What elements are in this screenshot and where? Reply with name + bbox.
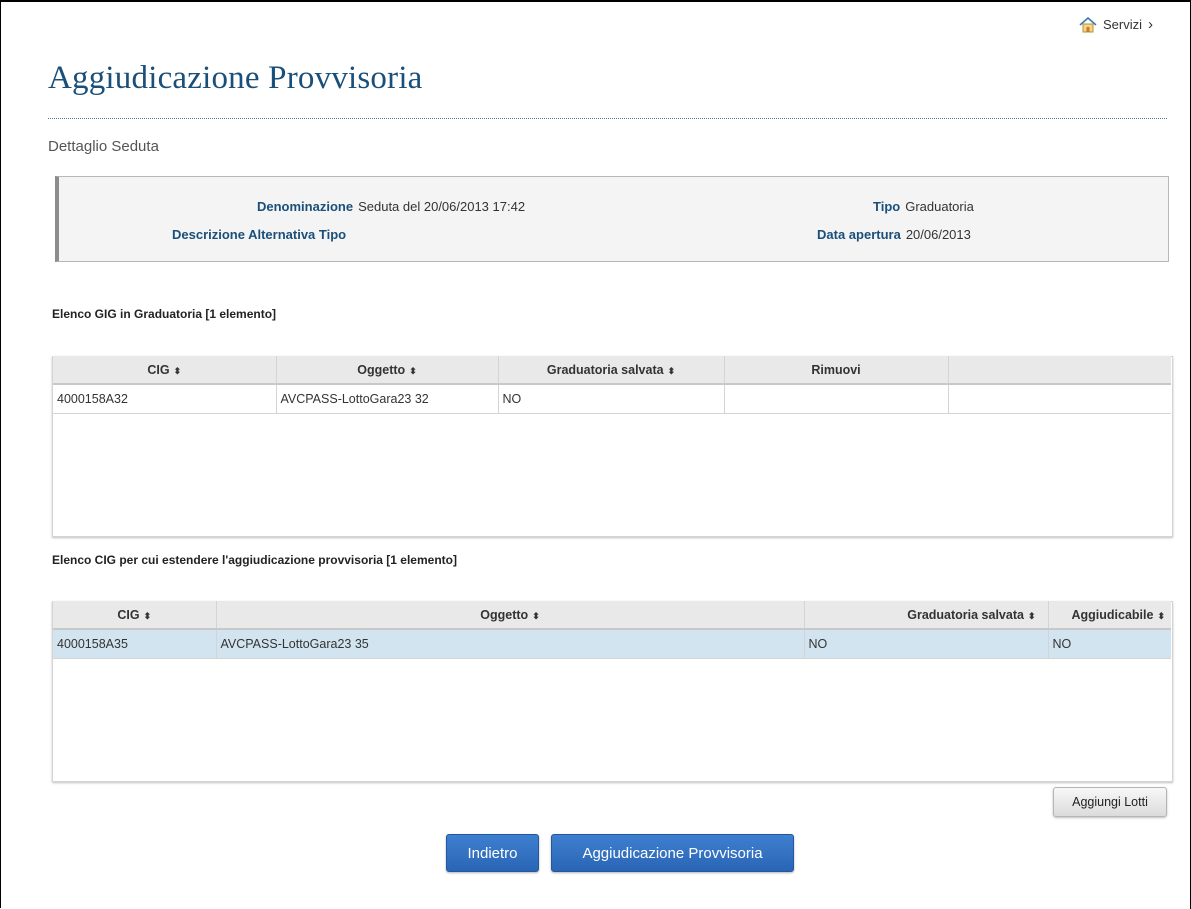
cell-aggiudicabile: NO [1048,629,1171,659]
cell-cig: 4000158A35 [53,629,217,659]
sort-icon: ⬍ [1157,610,1165,621]
sort-icon: ⬍ [532,610,540,621]
column-header-oggetto[interactable]: Oggetto ⬍ [216,601,805,630]
chevron-right-icon: › [1148,16,1154,33]
cell-cig: 4000158A32 [53,384,277,414]
cig-estendere-table: CIG ⬍ Oggetto ⬍ Graduatoria salvata ⬍ Aggiu… [53,601,1171,659]
descrizione-label: Descrizione Alternativa Tipo [172,227,347,242]
tipo-label: Tipo [873,199,901,214]
column-header-oggetto[interactable]: Oggetto ⬍ [276,356,499,385]
denominazione-label: Denominazione [257,199,354,214]
column-header-graduatoria[interactable]: Graduatoria salvata ⬍ [804,601,1049,630]
column-header-aggiudicabile[interactable]: Aggiudicabile ⬍ [1048,601,1171,630]
cell-rimuovi [724,384,949,414]
indietro-button[interactable]: Indietro [446,834,539,872]
seduta-details-panel: Denominazione Seduta del 20/06/2013 17:42… [55,176,1169,262]
servizi-label: Servizi [1103,17,1143,32]
column-header-cig[interactable]: CIG ⬍ [53,601,217,630]
title-divider [48,118,1167,119]
data-apertura-label: Data apertura [817,227,901,242]
sort-icon: ⬍ [143,610,152,621]
column-header-graduatoria[interactable]: Graduatoria salvata ⬍ [498,356,725,385]
table2-title: Elenco CIG per cui estendere l'aggiudica… [52,553,457,567]
denominazione-value: Seduta del 20/06/2013 17:42 [358,199,526,214]
home-icon [1079,16,1097,32]
table-header-row: CIG ⬍ Oggetto ⬍ Graduatoria salvata ⬍ Rimuo… [53,356,1171,385]
aggiudicazione-provvisoria-button[interactable]: Aggiudicazione Provvisoria [551,834,794,872]
tipo-value: Graduatoria [905,199,974,214]
cell-oggetto: AVCPASS-LottoGara23 32 [276,384,499,414]
cell-graduatoria: NO [804,629,1049,659]
cell-extra [948,384,1171,414]
sort-icon: ⬍ [1027,610,1036,621]
servizi-link[interactable]: Servizi › [1079,16,1153,33]
tipo-field: Tipo Graduatoria [873,199,974,214]
cell-oggetto: AVCPASS-LottoGara23 35 [216,629,805,659]
aggiungi-lotti-button[interactable]: Aggiungi Lotti [1053,787,1167,817]
page-title: Aggiudicazione Provvisoria [48,60,423,96]
data-apertura-value: 20/06/2013 [905,227,971,242]
column-header-rimuovi: Rimuovi [724,356,949,385]
table-row[interactable]: 4000158A35 AVCPASS-LottoGara23 35 NO NO [53,629,1171,659]
denominazione-field: Denominazione Seduta del 20/06/2013 17:42 [257,199,525,214]
table1-title: Elenco GIG in Graduatoria [1 elemento] [52,307,277,321]
gig-graduatoria-table: CIG ⬍ Oggetto ⬍ Graduatoria salvata ⬍ Rimuo… [53,356,1171,414]
page-subtitle: Dettaglio Seduta [48,138,159,155]
data-apertura-field: Data apertura 20/06/2013 [817,227,971,242]
sort-icon: ⬍ [173,365,182,376]
sort-icon: ⬍ [667,365,676,376]
table-header-row: CIG ⬍ Oggetto ⬍ Graduatoria salvata ⬍ Aggiu… [53,601,1171,630]
column-header-empty [948,356,1171,385]
table-row[interactable]: 4000158A32 AVCPASS-LottoGara23 32 NO [53,384,1171,414]
cell-graduatoria: NO [498,384,725,414]
descrizione-field: Descrizione Alternativa Tipo [172,227,351,242]
sort-icon: ⬍ [409,365,417,376]
column-header-cig[interactable]: CIG ⬍ [53,356,277,385]
